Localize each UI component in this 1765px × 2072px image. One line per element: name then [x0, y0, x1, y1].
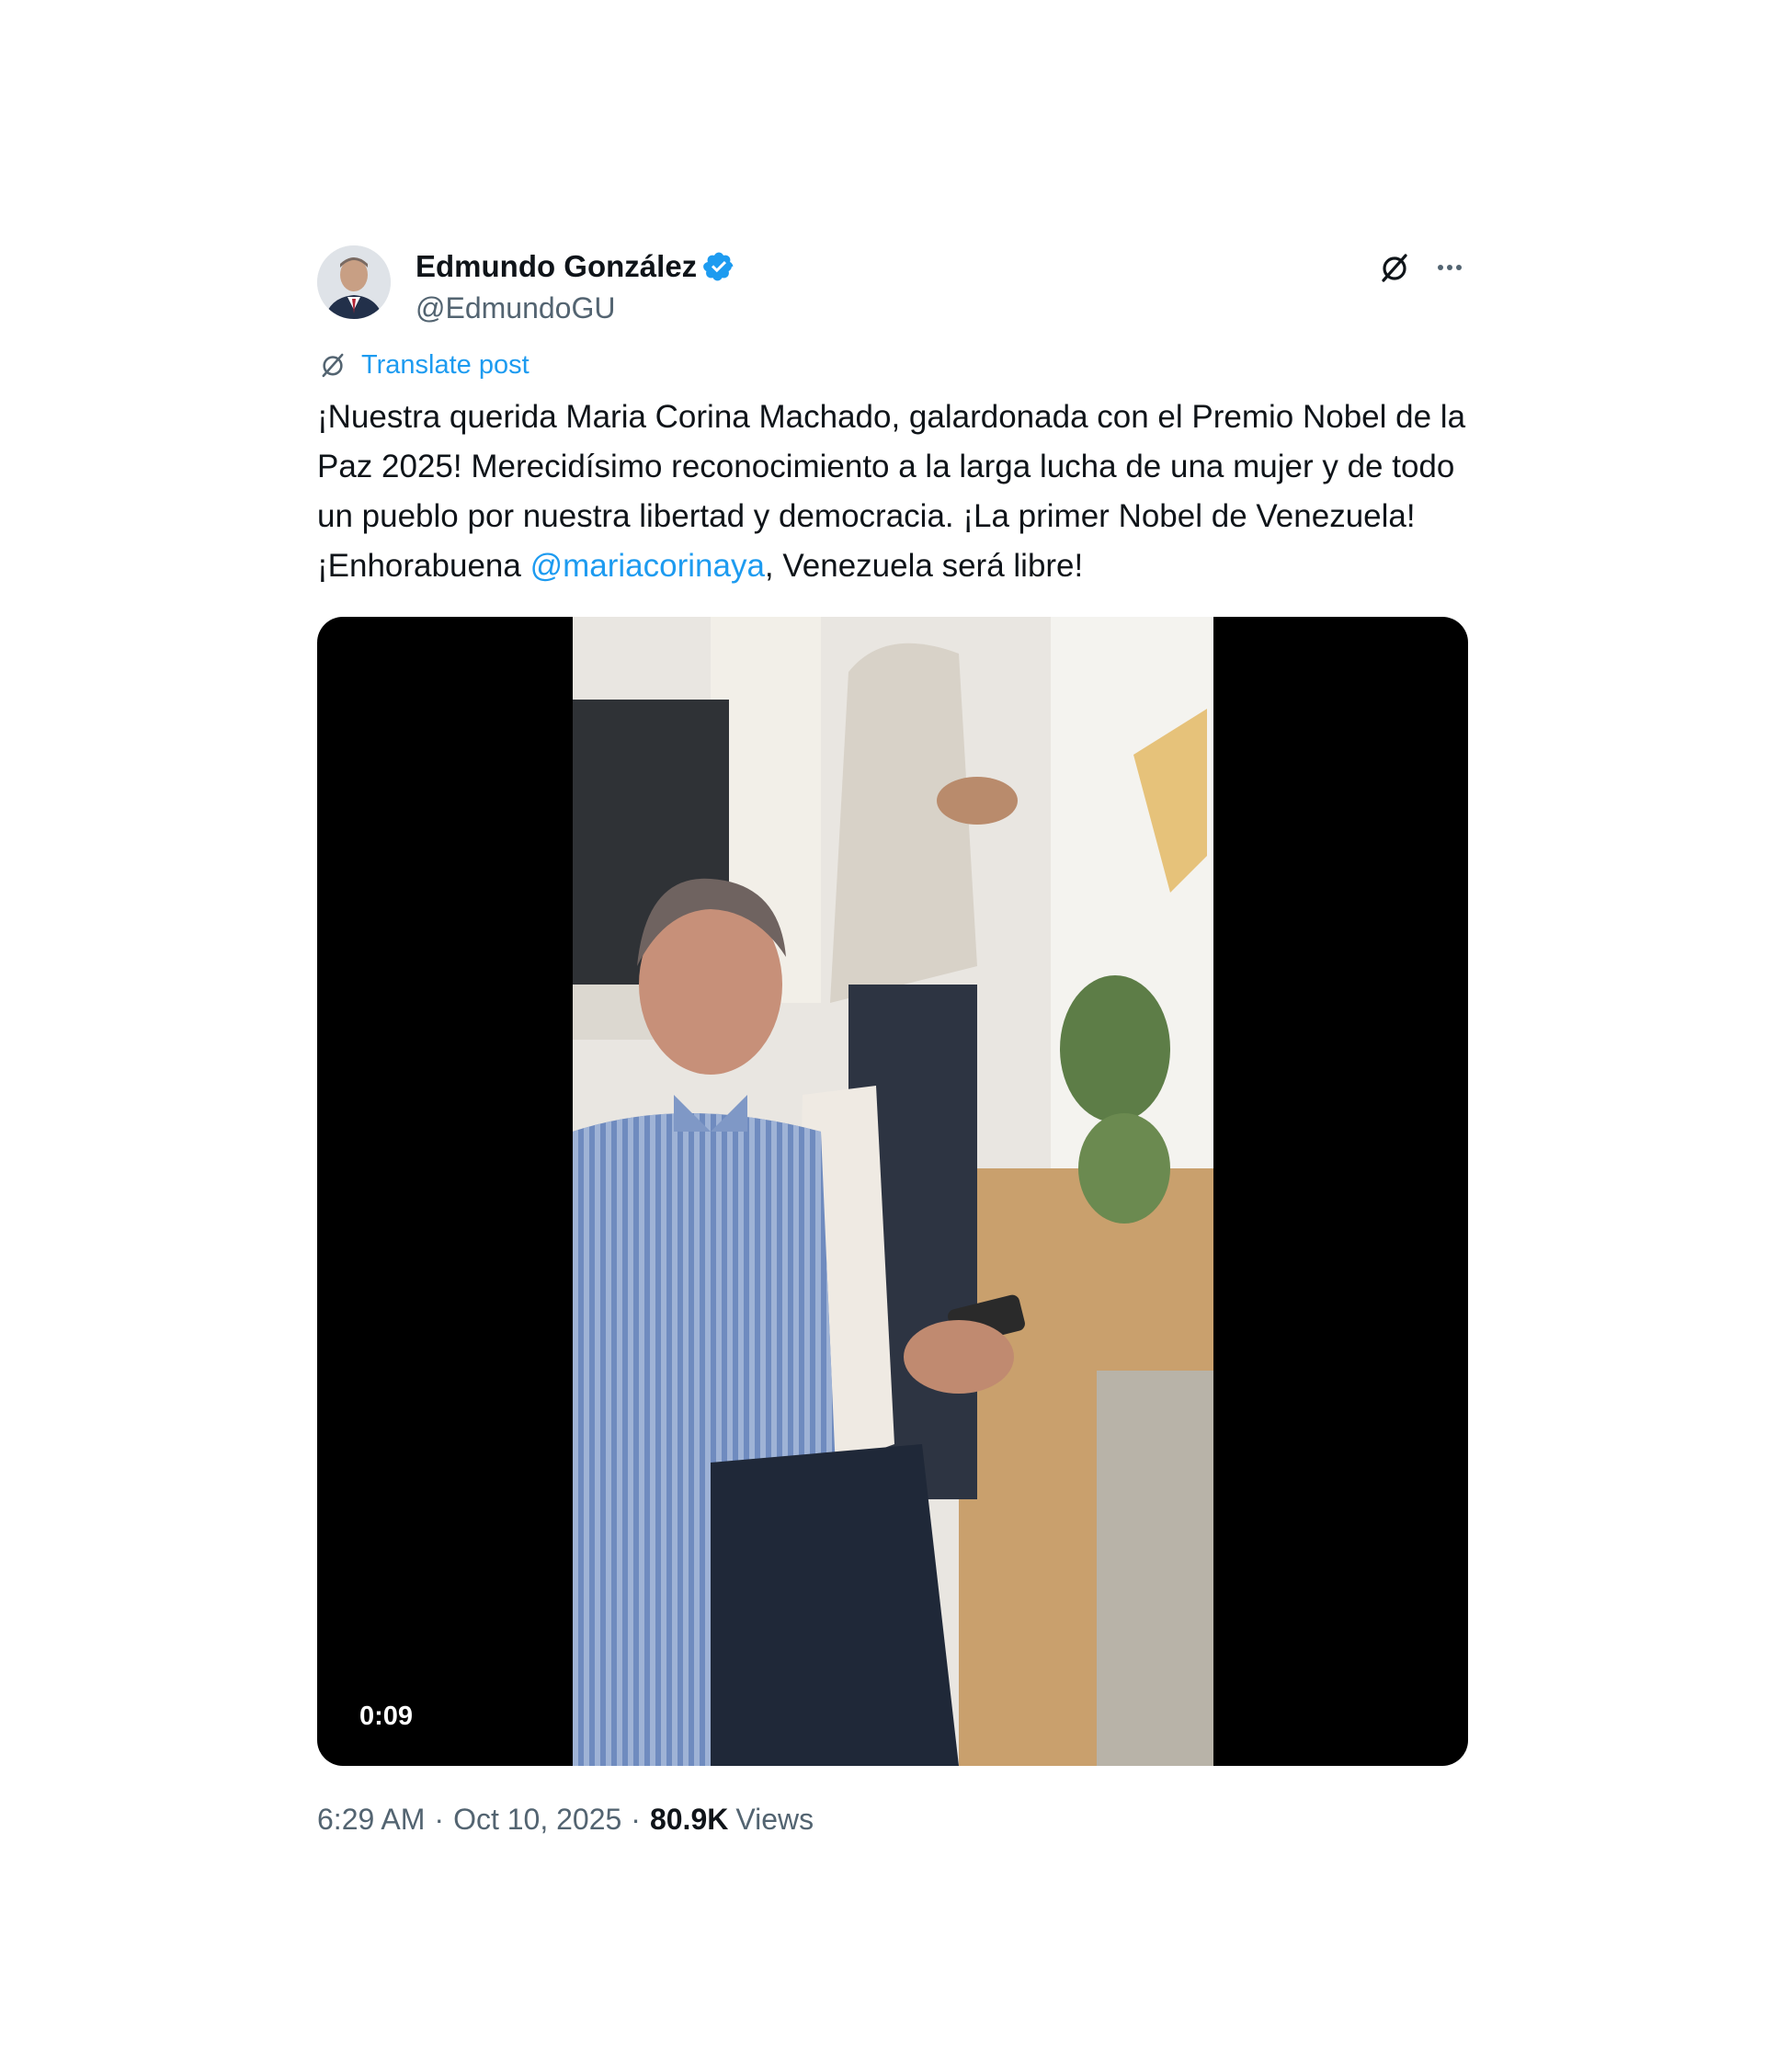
- views-label: Views: [735, 1803, 814, 1836]
- video-duration: 0:09: [359, 1702, 414, 1731]
- translate-post-label: Translate post: [361, 349, 530, 380]
- post-text: ¡Nuestra querida Maria Corina Machado, g…: [317, 393, 1468, 591]
- tweet-post: Edmundo González @EdmundoGU Translate po…: [317, 244, 1468, 1837]
- post-date[interactable]: Oct 10, 2025: [453, 1803, 621, 1837]
- mention-link[interactable]: @mariacorinaya: [530, 548, 765, 584]
- post-text-tail: , Venezuela será libre!: [764, 548, 1084, 584]
- grok-icon[interactable]: [1376, 249, 1413, 286]
- more-options-icon[interactable]: [1431, 249, 1468, 286]
- video-thumbnail: [573, 617, 1213, 1766]
- grok-icon: [322, 353, 344, 378]
- post-header: Edmundo González @EdmundoGU: [317, 244, 1466, 326]
- name-row: Edmundo González: [416, 249, 735, 284]
- author-handle[interactable]: @EdmundoGU: [416, 291, 615, 325]
- translate-post-link[interactable]: Translate post: [317, 347, 1466, 383]
- verified-badge-icon: [703, 252, 734, 281]
- post-time[interactable]: 6:29 AM: [317, 1803, 425, 1837]
- video-player[interactable]: 0:09: [317, 617, 1468, 1766]
- author-display-name[interactable]: Edmundo González: [416, 249, 697, 284]
- views-count[interactable]: 80.9K: [650, 1803, 728, 1837]
- post-meta: 6:29 AM · Oct 10, 2025 · 80.9K Views: [317, 1803, 1466, 1837]
- meta-separator: ·: [631, 1803, 641, 1836]
- avatar[interactable]: [317, 245, 391, 319]
- meta-separator: ·: [434, 1803, 445, 1836]
